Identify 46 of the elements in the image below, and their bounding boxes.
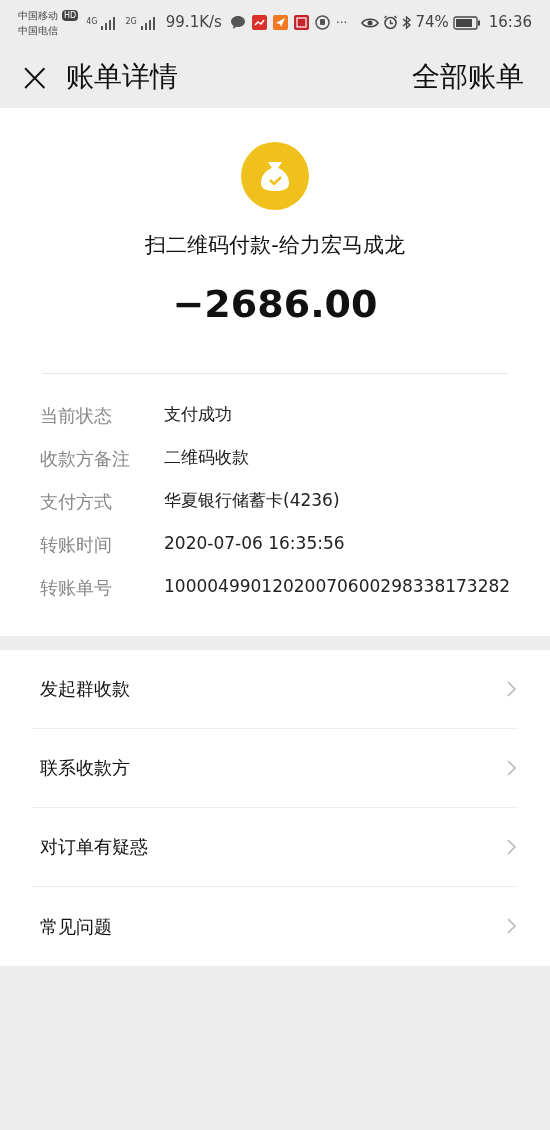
detail-value: 支付成功 — [164, 403, 232, 427]
chat-bubble-icon — [229, 15, 246, 30]
network-speed: 99.1K/s — [165, 12, 222, 34]
clock-time: 16:36 — [488, 12, 532, 34]
battery-icon — [452, 15, 481, 30]
bluetooth-icon — [402, 15, 412, 30]
network-type: 2G — [125, 15, 137, 28]
detail-label: 转账单号 — [40, 575, 113, 600]
app-notification-icon — [293, 15, 309, 30]
money-bag-icon — [241, 142, 309, 210]
network-type: 4G — [86, 15, 98, 28]
detail-value: 华夏银行储蓄卡(4236) — [164, 489, 340, 513]
action-row[interactable]: 发起群收款 — [32, 649, 518, 729]
chevron-right-icon — [507, 838, 516, 855]
page-title: 账单详情 — [66, 58, 178, 95]
detail-label: 收款方备注 — [40, 446, 131, 471]
action-row[interactable]: 对订单有疑惑 — [32, 807, 518, 887]
signal-icon — [139, 15, 158, 30]
detail-label: 支付方式 — [40, 489, 113, 514]
payment-title: 扫二维码付款-给力宏马成龙 — [145, 232, 405, 259]
action-label: 发起群收款 — [40, 677, 131, 701]
payment-amount: −2686.00 — [172, 280, 378, 328]
battery-percentage: 74% — [415, 12, 449, 34]
alarm-icon — [383, 15, 399, 30]
eye-icon — [361, 16, 380, 29]
action-label: 常见问题 — [40, 914, 113, 939]
carrier-name: 中国电信 — [18, 23, 59, 38]
action-label: 对订单有疑惑 — [40, 835, 149, 859]
hd-badge: HD — [62, 9, 79, 21]
close-button[interactable]: × — [18, 56, 48, 97]
detail-value: 二维码收款 — [164, 446, 249, 470]
action-label: 联系收款方 — [40, 756, 131, 780]
more-notifications: ··· — [335, 14, 348, 32]
carrier-name: 中国移动 — [18, 8, 58, 23]
chevron-right-icon — [507, 759, 516, 776]
chevron-right-icon — [507, 918, 516, 934]
action-row[interactable]: 联系收款方 — [32, 728, 518, 808]
app-notification-icon — [272, 15, 288, 30]
all-bills-link[interactable]: 全部账单 — [412, 55, 524, 98]
action-row[interactable]: 常见问题 — [32, 886, 518, 966]
detail-value: 10000499012020070600298338173282 — [164, 575, 511, 599]
detail-label: 当前状态 — [40, 403, 113, 428]
app-notification-icon — [251, 15, 267, 30]
detail-value: 2020-07-06 16:35:56 — [164, 532, 345, 556]
chevron-right-icon — [507, 680, 516, 697]
detail-label: 转账时间 — [40, 532, 113, 557]
